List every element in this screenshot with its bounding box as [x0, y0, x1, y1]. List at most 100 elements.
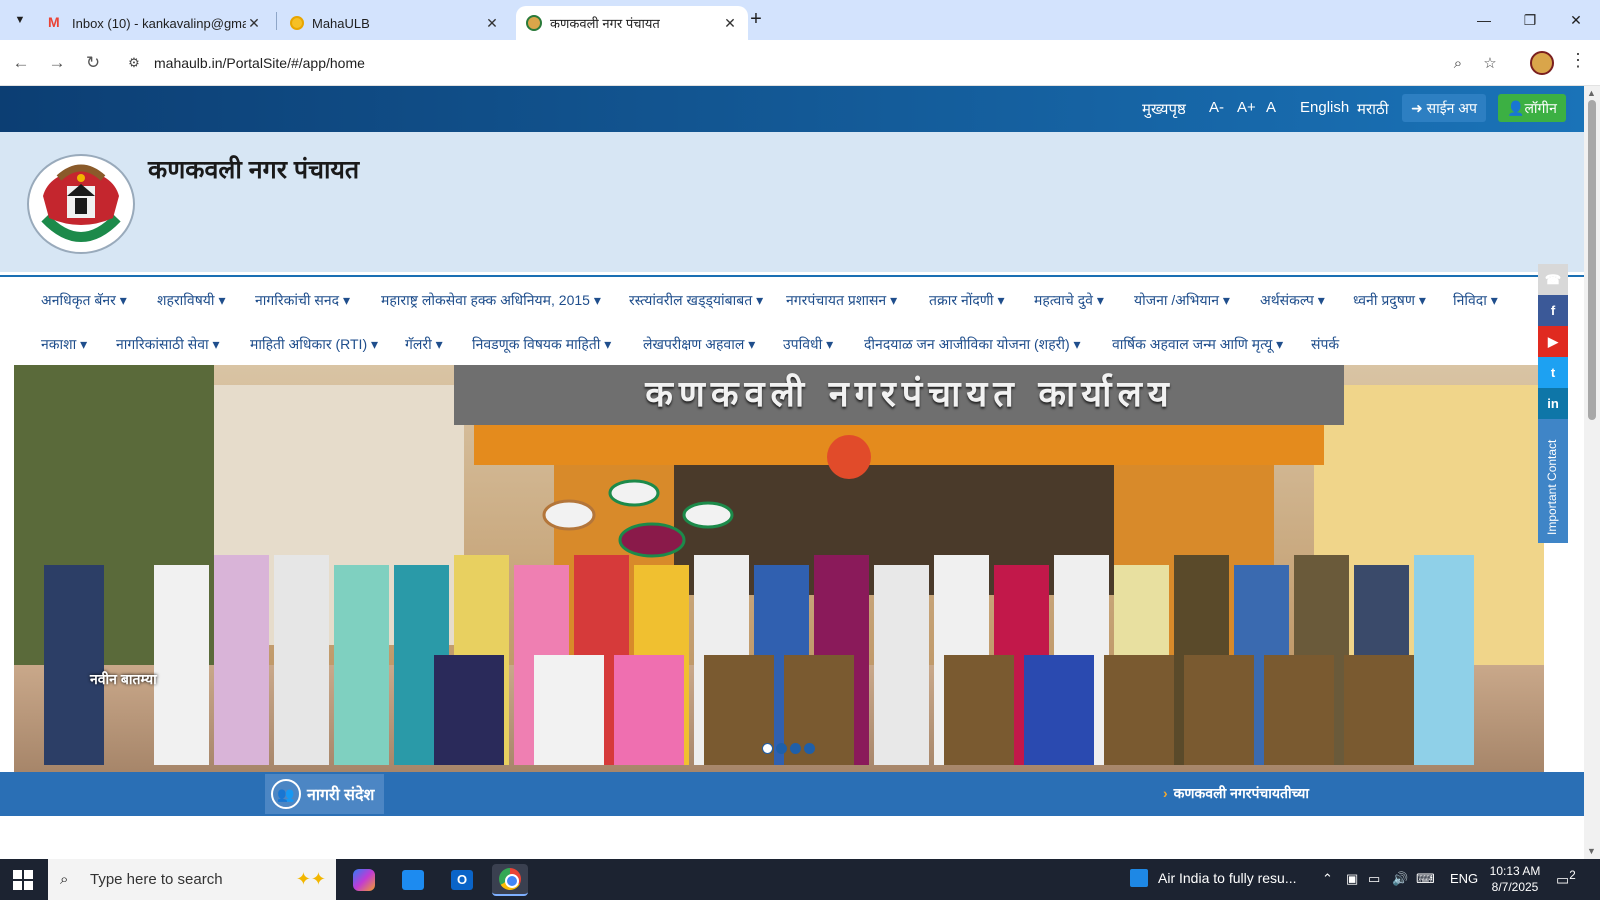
language-indicator[interactable]: ENG	[1450, 871, 1478, 886]
carousel-dot[interactable]	[762, 743, 773, 754]
profile-avatar[interactable]	[1530, 51, 1554, 75]
chrome-app[interactable]	[492, 864, 528, 896]
volume-icon[interactable]: 🔊	[1392, 871, 1408, 887]
tab-title: Inbox (10) - kankavalinp@gmail.com	[72, 15, 246, 31]
menu-unauthorized-banner[interactable]: अनधिकृत बॅनर ▾	[41, 291, 127, 310]
tab-title: कणकवली नगर पंचायत	[550, 16, 660, 31]
close-window-button[interactable]: ✕	[1556, 6, 1596, 34]
menu-budget[interactable]: अर्थसंकल्प ▾	[1260, 291, 1325, 310]
menu-important-links[interactable]: महत्वाचे दुवे ▾	[1034, 291, 1104, 310]
scroll-down-icon[interactable]: ▼	[1587, 846, 1596, 856]
tab-close-icon[interactable]: ✕	[722, 15, 738, 32]
home-link[interactable]: मुख्यपृष्ठ	[1142, 99, 1186, 119]
english-link[interactable]: English	[1300, 99, 1349, 116]
menu-contact[interactable]: संपर्क	[1311, 335, 1339, 354]
phone-icon[interactable]: ☎	[1538, 264, 1568, 295]
tab-search-button[interactable]: ▼	[8, 8, 32, 32]
youtube-icon[interactable]: ▶	[1538, 326, 1568, 357]
menu-noise-pollution[interactable]: ध्वनी प्रदुषण ▾	[1353, 291, 1426, 310]
menu-complaint-registration[interactable]: तक्रार नोंदणी ▾	[929, 291, 1004, 310]
taskbar-search-box[interactable]: ⌕ Type here to search ✦✦	[48, 859, 336, 900]
important-contact-tab[interactable]: Important Contact	[1538, 419, 1568, 543]
carousel-indicators	[762, 743, 815, 754]
back-arrow-icon[interactable]: ←	[8, 50, 34, 76]
menu-day-nulm[interactable]: दीनदयाळ जन आजीविका योजना (शहरी) ▾	[864, 335, 1081, 354]
meet-icon[interactable]: ▣	[1346, 871, 1358, 887]
clock-time: 10:13 AM	[1489, 864, 1541, 878]
news-section-label: नवीन बातम्या	[90, 671, 157, 687]
menu-road-potholes[interactable]: रस्त्यांवरील खड्ड्यांबाबत ▾	[629, 291, 763, 310]
users-icon: 👥	[271, 779, 301, 809]
twitter-icon[interactable]: t	[1538, 357, 1568, 388]
menu-tenders[interactable]: निविदा ▾	[1453, 291, 1498, 310]
signup-button[interactable]: ➜ साईन अप	[1402, 94, 1486, 122]
browser-menu-icon[interactable]: ⋮	[1568, 50, 1588, 71]
font-decrease-link[interactable]: A-	[1209, 99, 1224, 116]
restore-button[interactable]: ❐	[1510, 6, 1550, 34]
menu-citizen-services[interactable]: नागरिकांसाठी सेवा ▾	[116, 335, 220, 354]
page-scrollbar[interactable]: ▲ ▼	[1584, 86, 1600, 859]
clock-date: 8/7/2025	[1491, 880, 1539, 894]
scroll-thumb[interactable]	[1588, 100, 1596, 420]
signup-label: साईन अप	[1426, 100, 1477, 116]
tab-close-icon[interactable]: ✕	[246, 15, 262, 32]
marathi-link[interactable]: मराठी	[1357, 99, 1389, 119]
browser-tab-strip: ▼ Inbox (10) - kankavalinp@gmail.com ✕ M…	[0, 0, 1600, 40]
site-info-icon[interactable]: ⚙	[120, 55, 148, 71]
tab-close-icon[interactable]: ✕	[484, 15, 500, 32]
address-toolbar: ← → ↻ ⚙ mahaulb.in/PortalSite/#/app/home…	[0, 40, 1600, 86]
copilot-app[interactable]	[346, 864, 382, 896]
menu-administration[interactable]: नगरपंचायत प्रशासन ▾	[786, 291, 897, 310]
news-widget[interactable]: Air India to fully resu...	[1130, 869, 1297, 887]
municipal-emblem-logo[interactable]	[27, 154, 135, 254]
menu-map[interactable]: नकाशा ▾	[41, 335, 87, 354]
linkedin-icon[interactable]: in	[1538, 388, 1568, 419]
search-placeholder: Type here to search	[90, 871, 223, 888]
outlook-app[interactable]: O	[444, 864, 480, 896]
reload-icon[interactable]: ↻	[80, 50, 106, 76]
menu-rti[interactable]: माहिती अधिकार (RTI) ▾	[250, 335, 378, 354]
menu-gallery[interactable]: गॅलरी ▾	[405, 335, 443, 354]
system-clock[interactable]: 10:13 AM 8/7/2025	[1485, 863, 1545, 895]
notification-center-icon[interactable]: ▭2	[1556, 869, 1576, 889]
gmail-icon	[48, 14, 64, 30]
menu-citizen-charter[interactable]: नागरिकांची सनद ▾	[255, 291, 350, 310]
font-normal-link[interactable]: A	[1266, 99, 1276, 116]
hero-carousel-image[interactable]: कणकवली नगरपंचायत कार्यालय	[14, 365, 1544, 777]
omnibox[interactable]: ⚙ mahaulb.in/PortalSite/#/app/home ⌕ ☆	[116, 45, 1506, 81]
facebook-icon[interactable]: f	[1538, 295, 1568, 326]
forward-arrow-icon[interactable]: →	[44, 50, 70, 76]
menu-audit-report[interactable]: लेखपरीक्षण अहवाल ▾	[643, 335, 755, 354]
menu-bylaws[interactable]: उपविधी ▾	[783, 335, 833, 354]
tab-kankavali[interactable]: कणकवली नगर पंचायत ✕	[516, 6, 748, 40]
zoom-icon[interactable]: ⌕	[1442, 55, 1474, 72]
tab-mahaulb[interactable]: MahaULB ✕	[280, 6, 510, 40]
carousel-dot[interactable]	[804, 743, 815, 754]
scroll-up-icon[interactable]: ▲	[1587, 88, 1596, 98]
menu-about-city[interactable]: शहराविषयी ▾	[157, 291, 225, 310]
new-tab-button[interactable]: +	[744, 8, 768, 32]
tray-overflow-icon[interactable]: ⌃	[1322, 871, 1333, 887]
carousel-dot[interactable]	[790, 743, 801, 754]
search-icon: ⌕	[60, 871, 69, 888]
network-icon[interactable]: ▭	[1368, 871, 1380, 887]
url-text[interactable]: mahaulb.in/PortalSite/#/app/home	[154, 55, 1442, 71]
login-button[interactable]: 👤लॉगीन	[1498, 94, 1566, 122]
tab-gmail[interactable]: Inbox (10) - kankavalinp@gmail.com ✕	[38, 6, 272, 40]
windows-start-icon[interactable]	[13, 870, 33, 890]
outlook-icon: O	[451, 870, 473, 890]
carousel-dot[interactable]	[776, 743, 787, 754]
keyboard-icon[interactable]: ⌨	[1416, 871, 1435, 887]
site-header: कणकवली नगर पंचायत	[0, 132, 1584, 272]
menu-public-service-act[interactable]: महाराष्ट्र लोकसेवा हक्क अधिनियम, 2015 ▾	[381, 291, 601, 310]
bookmark-star-icon[interactable]: ☆	[1474, 54, 1506, 72]
ticker-scroll-item[interactable]: › कणकवली नगरपंचायतीच्या	[1163, 784, 1309, 803]
menu-election-info[interactable]: निवडणूक विषयक माहिती ▾	[472, 335, 611, 354]
minimize-button[interactable]: —	[1464, 6, 1504, 34]
important-contact-label: Important Contact	[1545, 439, 1559, 535]
font-increase-link[interactable]: A+	[1237, 99, 1256, 116]
signin-arrow-icon: ➜	[1411, 100, 1427, 116]
menu-schemes[interactable]: योजना /अभियान ▾	[1134, 291, 1230, 310]
store-app[interactable]	[395, 864, 431, 896]
menu-annual-report[interactable]: वार्षिक अहवाल जन्म आणि मृत्यू ▾	[1112, 335, 1283, 354]
